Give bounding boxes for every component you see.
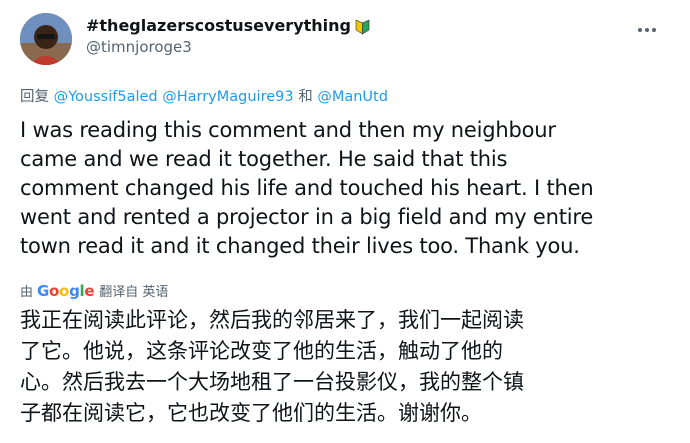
author-identity: #theglazerscostuseverything @timnjoroge3: [86, 16, 371, 57]
translated-text: 我正在阅读此评论，然后我的邻居来了，我们一起阅读 了它。他说，这条评论改变了他的…: [20, 305, 670, 429]
mention-link[interactable]: @ManUtd: [317, 89, 388, 105]
more-options-button[interactable]: [630, 10, 664, 44]
tweet-text-line: went and rented a projector in a big fie…: [20, 205, 594, 229]
mention-link[interactable]: @HarryMaguire93: [162, 89, 293, 105]
reply-conjunction: 和: [298, 89, 313, 105]
tweet-text-line: town read it and it changed their lives …: [20, 234, 580, 258]
translated-text-line: 了它。他说，这条评论改变了他的生活，触动了他的: [20, 339, 503, 363]
beginner-leaf-icon: [354, 18, 371, 35]
author-handle[interactable]: @timnjoroge3: [86, 38, 371, 57]
translation-suffix: 翻译自 英语: [99, 285, 169, 300]
tweet-card: #theglazerscostuseverything @timnjoroge3: [0, 0, 690, 443]
translation-prefix: 由: [20, 285, 34, 300]
avatar[interactable]: [20, 13, 72, 65]
reply-context: 回复 @Youssif5aled @HarryMaguire93 和 @ManU…: [20, 85, 670, 106]
display-name: #theglazerscostuseverything: [86, 16, 351, 35]
tweet-text-line: came and we read it together. He said th…: [20, 147, 508, 171]
tweet-text-line: I was reading this comment and then my n…: [20, 118, 556, 142]
translation-attribution[interactable]: 由 Google 翻译自 英语: [20, 281, 169, 301]
more-horizontal-icon: [637, 18, 657, 37]
translated-text-line: 我正在阅读此评论，然后我的邻居来了，我们一起阅读: [20, 308, 524, 332]
reply-prefix: 回复: [20, 89, 49, 105]
tweet-header: #theglazerscostuseverything @timnjoroge3: [20, 8, 670, 70]
tweet-text: I was reading this comment and then my n…: [20, 116, 670, 261]
translated-text-line: 心。然后我去一个大场地租了一台投影仪，我的整个镇: [20, 370, 524, 394]
display-name-link[interactable]: #theglazerscostuseverything: [86, 16, 371, 36]
google-logo: Google: [37, 281, 95, 300]
mention-link[interactable]: @Youssif5aled: [54, 89, 158, 105]
translated-text-line: 子都在阅读它，它也改变了他们的生活。谢谢你。: [20, 401, 482, 425]
tweet-text-line: comment changed his life and touched his…: [20, 176, 594, 200]
